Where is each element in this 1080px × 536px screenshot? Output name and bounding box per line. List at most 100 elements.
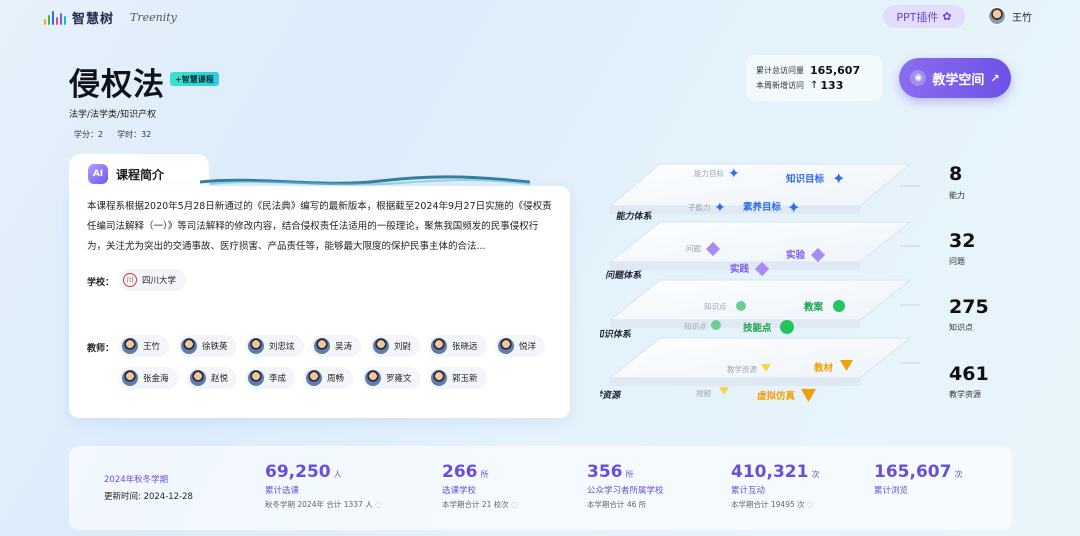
teacher-chip[interactable]: 郭玉新: [428, 367, 487, 389]
teacher-chip[interactable]: 刘尉: [370, 335, 421, 357]
bottom-stat-value: 165,607: [874, 462, 952, 482]
layer-plate[interactable]: [608, 279, 912, 328]
layer-item: 知识点: [684, 321, 707, 331]
layer-item: 子能力: [688, 202, 711, 212]
total-visits-row: 累计总访问量 165,607: [756, 63, 872, 78]
bottom-stat-sub-text: 本学期合计 21 校次: [442, 500, 509, 509]
layer-name: 教学资源: [600, 389, 622, 401]
stat-value: 32: [949, 230, 976, 252]
teacher-chip[interactable]: 赵悦: [187, 367, 238, 389]
teacher-label: 教师：: [87, 344, 115, 354]
layer-item: 虚拟仿真: [757, 390, 796, 402]
page-title: 侵权法: [69, 67, 165, 103]
stat-label: 问题: [949, 257, 965, 266]
teacher-name: 吴涛: [335, 342, 353, 352]
avatar: [988, 7, 1006, 25]
layer-item: 视频: [696, 388, 711, 398]
teacher-chip[interactable]: 李成: [245, 367, 296, 389]
teacher-chip[interactable]: 张金海: [119, 367, 178, 389]
school-label: 学校：: [87, 278, 115, 288]
star-icon: ✦: [832, 169, 845, 188]
arrow-up-right-icon: ↗: [990, 71, 1000, 85]
user-menu[interactable]: 王竹: [988, 7, 1032, 25]
bottom-stat-sub-text: 本学期合计 46 所: [587, 500, 647, 509]
teacher-chip[interactable]: 周畅: [303, 367, 354, 389]
bottom-stat-value-row: 266 所: [442, 462, 518, 482]
dot-icon: [711, 320, 721, 330]
teacher-name: 悦洋: [519, 342, 537, 352]
layer-name: 知识体系: [600, 328, 633, 340]
layer-name: 能力体系: [615, 210, 653, 222]
bottom-stat: 410,321 次 累计互动 本学期合计 19495 次 ◌: [731, 462, 819, 510]
bottom-stat-unit: 次: [811, 470, 820, 479]
teacher-avatar: [122, 338, 138, 354]
bottom-stat-label: 累计浏览: [874, 486, 909, 496]
layer-item: 技能点: [743, 322, 772, 334]
bottom-stat-value-row: 165,607 次: [874, 462, 962, 482]
teaching-space-label: 教学空间: [932, 72, 985, 88]
teacher-avatar: [181, 338, 197, 354]
layer-item: 实验: [786, 249, 806, 261]
dot-icon: [780, 320, 794, 334]
teacher-avatar: [314, 338, 330, 354]
bottom-stat-value: 356: [587, 462, 623, 482]
bottom-stat-sub: 本学期合计 21 校次 ◌: [442, 499, 518, 510]
info-icon[interactable]: ◌: [807, 500, 814, 509]
star-icon: ✦: [714, 200, 726, 216]
bottom-stat: 165,607 次 累计浏览: [874, 462, 962, 496]
space-icon: ◉: [910, 70, 927, 86]
course-category: 法学/法学类/知识产权: [69, 110, 157, 120]
smart-course-badge: +智慧课程: [170, 72, 219, 86]
bottom-stat: 266 所 选课学校 本学期合计 21 校次 ◌: [442, 462, 518, 510]
update-time: 更新时间: 2024-12-28: [104, 492, 193, 502]
teacher-chip[interactable]: 悦洋: [495, 335, 546, 357]
teacher-name: 赵悦: [211, 374, 229, 384]
school-name: 四川大学: [142, 276, 177, 286]
teacher-chip[interactable]: 吴涛: [311, 335, 362, 357]
teacher-chip[interactable]: 徐铁英: [178, 335, 237, 357]
teacher-avatar: [248, 338, 264, 354]
school-chip[interactable]: 川 四川大学: [119, 269, 187, 291]
stat-label: 能力: [949, 191, 965, 200]
bottom-stat-sub-text: 本学期合计 19495 次: [731, 500, 805, 509]
dot-icon: [736, 301, 746, 311]
info-icon[interactable]: ◌: [375, 500, 382, 509]
layer-item: 教案: [803, 301, 824, 313]
bottom-stat-sub: 本学期合计 46 所: [587, 499, 664, 510]
teacher-chip[interactable]: 王竹: [119, 335, 170, 357]
layer-name: 问题体系: [605, 269, 643, 281]
course-credits: 学分：2 学时：32: [74, 129, 151, 140]
logo-text: 智慧树: [72, 12, 115, 27]
teacher-chip[interactable]: 刘忠炫: [245, 335, 304, 357]
ppt-plugin-button[interactable]: PPT插件 ✿: [883, 5, 965, 28]
teacher-chip[interactable]: 罗雍文: [362, 367, 421, 389]
bottom-stats-bar: [69, 446, 1012, 530]
teacher-name: 张金海: [143, 374, 169, 384]
layer-plate[interactable]: [608, 221, 912, 270]
visits-panel: 累计总访问量 165,607 本周新增访问 ↑ 133: [746, 55, 882, 101]
info-icon[interactable]: ◌: [511, 500, 518, 509]
total-visits-label: 累计总访问量: [756, 66, 804, 75]
credit-info: 学分：2: [74, 129, 103, 140]
stat-label: 知识点: [949, 323, 973, 332]
plugin-icon: ✿: [942, 10, 952, 23]
system-layers-diagram: 能力体系 能力目标 ✦ 知识目标 ✦ 子能力 ✦ 素养目标 ✦ 问题体系 问题 …: [600, 163, 920, 402]
logo[interactable]: 智慧树 Treenity: [44, 8, 177, 27]
bottom-stat-label: 公众学习者所属学校: [587, 486, 664, 496]
layer-item: 教材: [813, 362, 834, 374]
teacher-chip[interactable]: 张晓远: [428, 335, 487, 357]
teaching-space-button[interactable]: ◉ 教学空间 ↗: [899, 58, 1011, 98]
ai-icon: AI: [88, 164, 108, 184]
teacher-name: 刘忠炫: [269, 342, 295, 352]
teacher-name: 郭玉新: [452, 374, 478, 384]
layer-plate[interactable]: [608, 337, 912, 386]
teacher-avatar: [190, 370, 206, 386]
logo-bars-icon: [44, 10, 66, 25]
bottom-stat-value-row: 356 所: [587, 462, 664, 482]
bottom-stat-value-row: 69,250 人: [265, 462, 382, 482]
arrow-up-icon: ↑: [810, 80, 819, 91]
bottom-stat-sub: 本学期合计 19495 次 ◌: [731, 499, 819, 510]
term-label: 2024年秋冬学期: [104, 475, 169, 485]
bottom-stat-label: 累计互动: [731, 486, 766, 496]
stat-label: 教学资源: [949, 390, 981, 399]
